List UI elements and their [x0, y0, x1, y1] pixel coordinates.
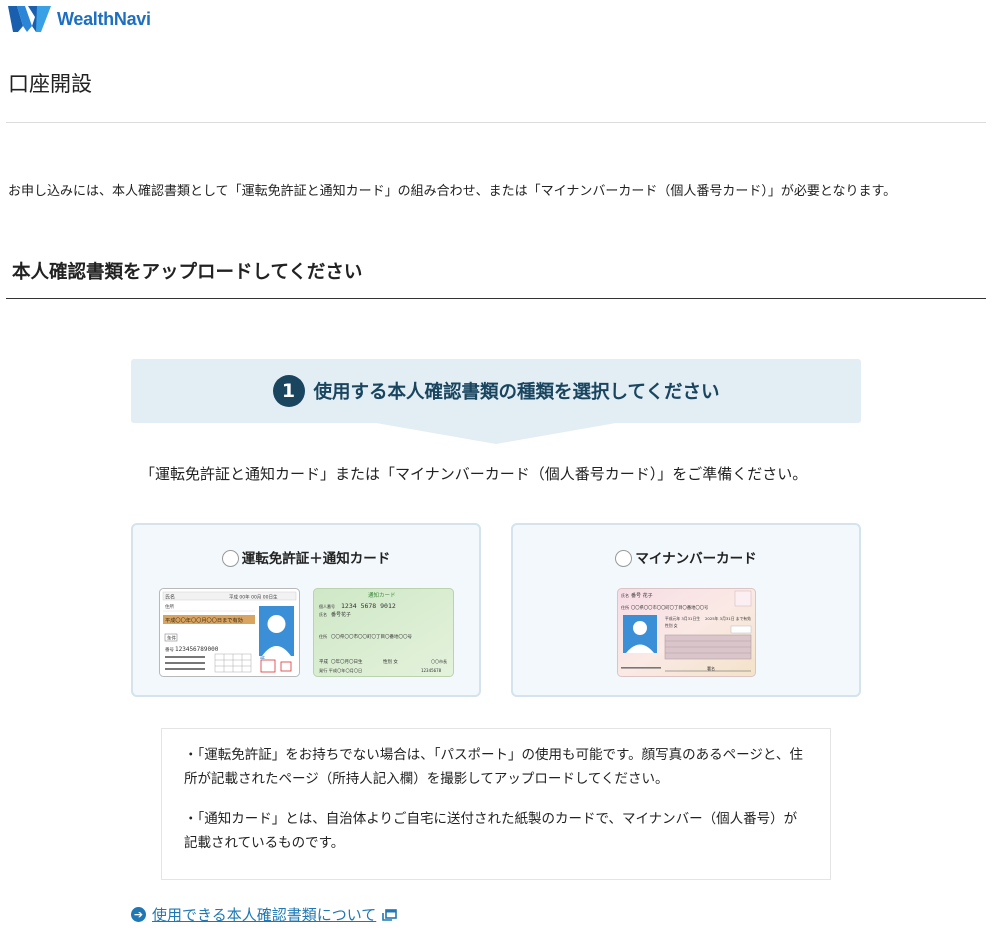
notice-address-label: 住所	[319, 633, 327, 639]
notice-sex: 性別 女	[383, 658, 398, 665]
svg-text:条件: 条件	[167, 635, 176, 642]
mynumber-name: 番号 花子	[631, 592, 653, 599]
note-passport: ・「運転免許証」をお持ちでない場合は、「パスポート」の使用も可能です。顔写真のあ…	[184, 747, 803, 787]
notice-birth-label: 平成	[319, 658, 328, 665]
step-header: 1 使用する本人確認書類の種類を選択してください	[131, 359, 861, 423]
license-number: 123456789000	[175, 646, 219, 653]
mynumber-birth: 平成元年 3月31日生	[665, 616, 700, 621]
notes-box: ・「運転免許証」をお持ちでない場合は、「パスポート」の使用も可能です。顔写真のあ…	[161, 728, 831, 880]
license-birth: 平成 00年 00月 00日生	[229, 594, 278, 601]
header-divider	[6, 122, 986, 123]
option-label: マイナンバーカード	[635, 551, 757, 567]
documents-info-link-text: 使用できる本人確認書類について	[152, 906, 377, 924]
notice-birth: 〇年〇月〇日生	[331, 658, 363, 665]
radio-license-notice[interactable]	[221, 549, 239, 567]
notice-card-image: 通知カード 個人番号 1234 5678 9012 氏名 番号花子 住所 〇〇県…	[313, 588, 454, 677]
license-number-label: 番号	[165, 646, 174, 653]
radio-mynumber[interactable]	[615, 549, 633, 567]
note-notice-card: ・「通知カード」とは、自治体よりご自宅に送付された紙製のカードで、マイナンバー（…	[184, 811, 798, 851]
mynumber-sex: 性別 女	[665, 623, 678, 628]
section-title: 本人確認書類をアップロードしてください	[12, 262, 363, 283]
mynumber-card-image: 氏名 番号 花子 住所 〇〇県〇〇市〇〇町〇丁目〇番地〇〇号 平成元年 3月31…	[617, 588, 756, 677]
notice-name: 番号花子	[331, 611, 351, 618]
mynumber-address: 〇〇県〇〇市〇〇町〇丁目〇番地〇〇号	[631, 604, 708, 611]
license-name-label: 氏名	[165, 594, 175, 601]
mynumber-expiry: 2025年 3月31日 まで有効	[705, 616, 751, 621]
notice-number: 1234 5678 9012	[341, 602, 396, 610]
page-title: 口座開設	[8, 72, 92, 96]
notice-code: 12345678	[421, 668, 442, 673]
license-address-label: 住所	[165, 603, 174, 610]
notice-city: 〇〇市長	[431, 658, 447, 664]
mynumber-name-label: 氏名	[621, 592, 629, 598]
brand-name: WealthNavi	[57, 8, 151, 29]
notice-number-label: 個人番号	[319, 603, 335, 609]
drivers-license-image: 氏名 平成 00年 00月 00日生 住所 平成〇〇年〇〇月〇〇日まで有効 条件…	[159, 588, 300, 677]
step-arrow	[376, 423, 616, 444]
notice-address: 〇〇県〇〇市〇〇町〇丁目〇番地〇〇号	[331, 633, 412, 640]
prep-text: 「運転免許証と通知カード」または「マイナンバーカード（個人番号カード）」をご準備…	[140, 465, 808, 483]
notice-issued: 発行 平成〇年〇月〇日	[319, 667, 362, 674]
wealthnavi-w-icon	[8, 6, 51, 32]
step-title: 使用する本人確認書類の種類を選択してください	[313, 382, 720, 403]
mynumber-signature-label: 署名	[707, 665, 715, 671]
mynumber-address-label: 住所	[621, 604, 629, 610]
option-license-notice-card[interactable]: 運転免許証＋通知カード 氏名 平成 00年 00月 00日生 住所 平成〇〇年〇…	[131, 523, 481, 697]
notice-title: 通知カード	[368, 591, 396, 599]
intro-text: お申し込みには、本人確認書類として「運転免許証と通知カード」の組み合わせ、または…	[8, 184, 897, 199]
documents-info-link[interactable]: ➔ 使用できる本人確認書類について	[131, 904, 398, 925]
arrow-right-circle-icon: ➔	[131, 907, 146, 922]
notice-name-label: 氏名	[319, 611, 327, 617]
section-divider	[6, 298, 986, 299]
option-label: 運転免許証＋通知カード	[241, 551, 391, 567]
step-number-badge: 1	[272, 375, 305, 407]
option-mynumber-card[interactable]: マイナンバーカード 氏名 番号 花子 住所 〇〇県〇〇市〇〇町〇丁目〇番地〇〇号…	[511, 523, 861, 697]
external-window-icon	[382, 908, 398, 921]
license-expiry: 平成〇〇年〇〇月〇〇日まで有効	[165, 616, 243, 624]
wealthnavi-logo[interactable]: WealthNavi	[8, 5, 151, 33]
